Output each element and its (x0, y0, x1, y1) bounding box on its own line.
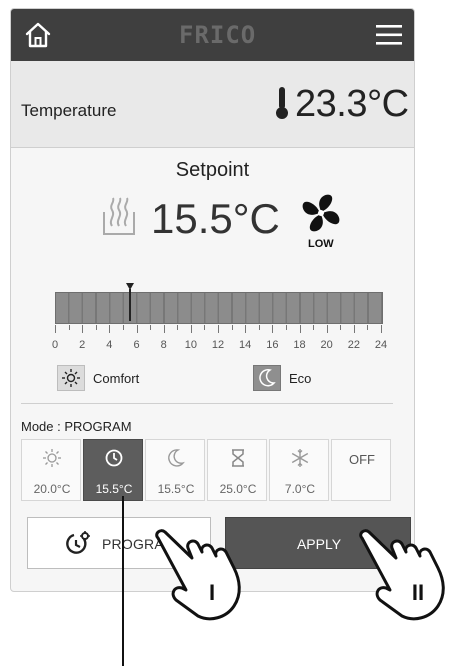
timeline-minor-tick (95, 325, 97, 330)
hamburger-menu-icon[interactable] (374, 21, 404, 49)
mode-temp: 25.0°C (219, 482, 257, 496)
timeline-minor-tick (340, 325, 342, 330)
temperature-label: Temperature (21, 101, 117, 120)
timeline-axis: 0 2 4 6 8 10 12 14 16 18 20 22 24 (49, 325, 389, 355)
comfort-legend-label: Comfort (93, 371, 140, 386)
mode-timer[interactable]: 25.0°C (207, 439, 267, 501)
mode-eco[interactable]: 15.5°C (145, 439, 205, 501)
timeline-tick-label: 6 (133, 339, 140, 351)
timeline-tick (326, 325, 328, 333)
temperature-panel: Temperature 23.3°C (11, 61, 414, 148)
sun-icon (42, 448, 62, 468)
hand-pointer-icon: II (354, 528, 458, 624)
timeline-tick-label: 14 (239, 339, 252, 351)
timeline-tick-label: 18 (293, 339, 306, 351)
callout-line (122, 496, 124, 666)
timeline-tick-label: 24 (374, 339, 388, 351)
app-frame: FRICO Temperature 23.3°C Setpoint 15.5°C… (10, 8, 415, 592)
clock-icon (104, 448, 124, 468)
timeline-tick-label: 0 (51, 339, 59, 351)
timeline-minor-tick (258, 325, 260, 330)
timeline-tick (55, 325, 56, 333)
hand-pointer-icon: I (150, 528, 254, 624)
timeline-tick (353, 325, 355, 333)
thermometer-icon (274, 85, 290, 121)
eco-legend-swatch (253, 365, 281, 391)
timeline-tick (218, 325, 219, 333)
timeline-tick (136, 325, 138, 333)
heat-waves-icon (101, 192, 137, 238)
timeline-tick (190, 325, 192, 333)
timeline-tick (109, 325, 111, 333)
setpoint-value: 15.5°C (151, 195, 280, 242)
home-icon[interactable] (23, 21, 53, 49)
timeline-minor-tick (68, 325, 70, 330)
schedule-timeline[interactable] (55, 292, 383, 324)
mode-frost-protection[interactable]: 7.0°C (269, 439, 329, 501)
timeline-tick-label: 4 (106, 339, 113, 351)
timeline-tick-label: 20 (320, 339, 333, 351)
timeline-tick-label: 2 (79, 339, 86, 351)
hand-pointer-label: II (412, 580, 424, 605)
timeline-tick (82, 325, 84, 333)
timeline-minor-tick (285, 325, 287, 330)
timeline-tick (245, 325, 247, 333)
mode-temp: 20.0°C (33, 482, 71, 496)
timeline-minor-tick (231, 325, 233, 330)
moon-icon (166, 448, 186, 468)
mode-off-label: OFF (349, 452, 375, 467)
mode-comfort[interactable]: 20.0°C (21, 439, 81, 501)
timeline-tick-label: 22 (347, 339, 360, 351)
mode-temp: 15.5°C (95, 482, 133, 496)
timeline-minor-tick (367, 325, 369, 330)
timeline-tick-label: 8 (160, 339, 167, 351)
timeline-minor-tick (150, 325, 152, 330)
brand-logo: FRICO (179, 21, 257, 49)
eco-legend-label: Eco (289, 371, 312, 386)
timeline-tick-label: 12 (211, 339, 225, 351)
timeline-minor-tick (313, 325, 315, 330)
hand-pointer-label: I (209, 580, 215, 605)
timeline-minor-tick (122, 325, 124, 330)
timeline-tick-label: 10 (184, 339, 197, 351)
comfort-legend-swatch (57, 365, 85, 391)
fan-icon[interactable] (297, 192, 345, 234)
mode-temp: 15.5°C (157, 482, 195, 496)
timeline-tick (299, 325, 301, 333)
timeline-minor-tick (177, 325, 179, 330)
timeline-tick (163, 325, 165, 333)
snowflake-icon (290, 448, 310, 468)
mode-program[interactable]: 15.5°C (83, 439, 143, 501)
timeline-tick-label: 16 (266, 339, 279, 351)
mode-off[interactable]: OFF (331, 439, 391, 501)
top-bar: FRICO (11, 9, 414, 61)
section-divider (21, 403, 393, 404)
mode-temp: 7.0°C (284, 482, 316, 496)
timeline-minor-tick (204, 325, 206, 330)
setpoint-title: Setpoint (175, 159, 250, 181)
fan-speed-label: LOW (308, 238, 334, 250)
current-time-marker (123, 283, 137, 323)
hourglass-icon (228, 448, 248, 468)
mode-label: Mode : PROGRAM (21, 419, 132, 434)
current-temperature: 23.3°C (295, 83, 409, 125)
timeline-tick (381, 325, 382, 333)
timeline-tick (272, 325, 274, 333)
clock-settings-icon (64, 531, 92, 557)
mode-selector: 20.0°C 15.5°C 15.5°C 25.0°C 7.0°C OFF (21, 439, 406, 503)
